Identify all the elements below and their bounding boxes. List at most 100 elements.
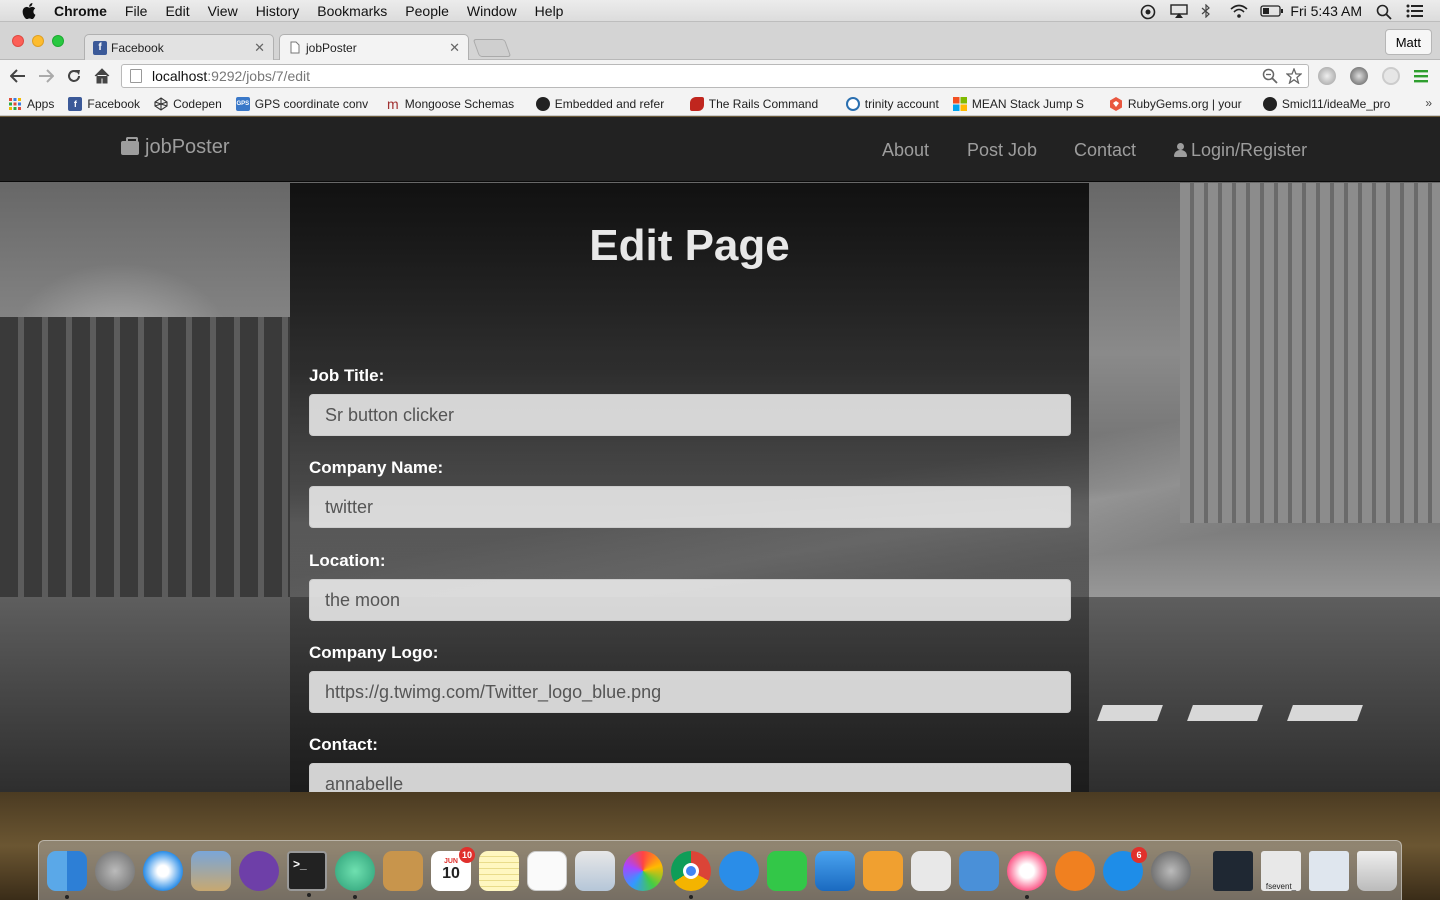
bookmark-facebook[interactable]: f Facebook <box>68 96 140 111</box>
window-minimize-button[interactable] <box>32 35 44 47</box>
menu-app-name[interactable]: Chrome <box>54 3 107 19</box>
terminal-window-thumbnail[interactable]: fsevent_ <box>1261 850 1301 891</box>
reload-icon[interactable] <box>64 66 84 86</box>
page-info-icon[interactable] <box>130 69 142 83</box>
github-icon <box>1262 96 1277 111</box>
calendar-icon[interactable]: JUN 10 10 <box>431 846 475 891</box>
tab-jobposter[interactable]: jobPoster ✕ <box>279 34 469 60</box>
menu-view[interactable]: View <box>208 3 238 19</box>
app-store-icon[interactable]: 6 <box>1103 846 1147 891</box>
activity-monitor-icon[interactable] <box>1213 850 1253 891</box>
status-circle-icon[interactable] <box>1140 4 1156 20</box>
mac-menu-bar: Chrome File Edit View History Bookmarks … <box>0 0 1440 22</box>
itunes-icon[interactable] <box>1007 850 1047 899</box>
menu-history[interactable]: History <box>256 3 300 19</box>
menu-window[interactable]: Window <box>467 3 517 19</box>
reminders-icon[interactable] <box>527 850 567 891</box>
new-tab-button[interactable] <box>472 39 512 57</box>
bookmark-embedded[interactable]: Embedded and refer <box>535 96 676 111</box>
bluetooth-icon[interactable] <box>1200 3 1216 19</box>
notification-center-icon[interactable] <box>1406 4 1423 18</box>
bookmark-trinity[interactable]: trinity account <box>845 96 939 111</box>
atom-icon[interactable] <box>335 850 375 899</box>
pages-icon[interactable] <box>863 850 903 891</box>
bookmark-label: RubyGems.org | your <box>1127 96 1242 111</box>
contact-label: Contact: <box>309 735 378 754</box>
nav-about[interactable]: About <box>882 140 929 161</box>
launchpad-icon[interactable] <box>95 850 135 891</box>
mail-eagle-icon[interactable] <box>191 850 231 891</box>
location-input[interactable]: the moon <box>309 579 1071 621</box>
trash-icon[interactable] <box>1357 850 1397 891</box>
profile-button[interactable]: Matt <box>1384 29 1432 55</box>
bookmark-codepen[interactable]: Codepen <box>154 97 222 111</box>
calendar-month: JUN <box>443 858 458 865</box>
menu-file[interactable]: File <box>125 3 148 19</box>
zoom-icon[interactable] <box>1262 68 1278 88</box>
menu-people[interactable]: People <box>405 3 449 19</box>
bookmark-ideame[interactable]: Smicl11/ideaMe_pro <box>1262 96 1403 111</box>
safari-icon[interactable] <box>143 850 183 891</box>
contact-input[interactable]: annabelle <box>309 763 1071 792</box>
bookmark-gps[interactable]: GPS GPS coordinate conv <box>235 96 372 111</box>
company-logo-label: Company Logo: <box>309 643 439 662</box>
xcode-icon[interactable] <box>815 850 855 891</box>
chrome-icon[interactable] <box>671 850 711 899</box>
window-close-button[interactable] <box>12 35 24 47</box>
nav-login-register[interactable]: Login/Register <box>1174 140 1307 161</box>
bookmark-rubygems[interactable]: RubyGems.org | your <box>1109 96 1249 111</box>
bookmark-mongoose[interactable]: m Mongoose Schemas <box>386 97 522 111</box>
job-title-input[interactable]: Sr button clicker <box>309 394 1071 436</box>
tab-close-icon[interactable]: ✕ <box>254 40 265 56</box>
company-name-input[interactable]: twitter <box>309 486 1071 528</box>
tab-facebook[interactable]: f Facebook ✕ <box>84 34 274 60</box>
extension-dark-globe-icon[interactable] <box>1350 67 1368 85</box>
trinity-icon <box>845 96 860 111</box>
notes-icon[interactable] <box>479 850 519 891</box>
system-preferences-icon[interactable] <box>1151 850 1191 891</box>
rails-icon <box>689 96 704 111</box>
bookmark-rails[interactable]: The Rails Command <box>689 96 832 111</box>
wifi-icon[interactable] <box>1230 4 1248 18</box>
apple-menu-icon[interactable] <box>20 2 38 19</box>
menubar-clock[interactable]: Fri 5:43 AM <box>1290 3 1362 19</box>
github-desktop-icon[interactable] <box>239 850 279 891</box>
bookmark-star-icon[interactable] <box>1285 67 1303 88</box>
battery-icon[interactable] <box>1260 4 1284 18</box>
address-bar[interactable]: localhost:9292/jobs/7/edit <box>121 64 1309 88</box>
preview-icon[interactable] <box>575 850 615 891</box>
site-brand[interactable]: jobPoster <box>121 136 230 159</box>
nav-post-job[interactable]: Post Job <box>967 140 1037 161</box>
downloads-stack-icon[interactable] <box>1309 850 1349 891</box>
user-icon <box>1174 143 1187 157</box>
tab-close-icon[interactable]: ✕ <box>449 40 460 56</box>
nav-contact[interactable]: Contact <box>1074 140 1136 161</box>
menu-edit[interactable]: Edit <box>165 3 189 19</box>
airplay-icon[interactable] <box>1170 4 1189 18</box>
spotlight-search-icon[interactable] <box>1376 4 1392 20</box>
bookmark-apps[interactable]: Apps <box>8 97 54 111</box>
home-icon[interactable] <box>92 66 112 86</box>
chrome-menu-icon[interactable] <box>1414 68 1428 89</box>
terminal-icon[interactable]: >_ <box>287 850 327 897</box>
finder-icon[interactable] <box>47 850 87 899</box>
ibooks-icon[interactable] <box>1055 850 1095 891</box>
bookmarks-overflow-icon[interactable]: » <box>1425 96 1432 110</box>
facetime-icon[interactable] <box>767 850 807 891</box>
menu-bookmarks[interactable]: Bookmarks <box>317 3 387 19</box>
numbers-icon[interactable] <box>911 850 951 891</box>
back-arrow-icon[interactable] <box>8 66 28 86</box>
contacts-icon[interactable] <box>383 850 423 891</box>
photos-icon[interactable] <box>623 850 663 891</box>
messages-icon[interactable] <box>719 850 759 891</box>
menu-help[interactable]: Help <box>535 3 564 19</box>
bookmark-mean-stack[interactable]: MEAN Stack Jump S <box>952 96 1095 111</box>
company-logo-input[interactable]: https://g.twimg.com/Twitter_logo_blue.pn… <box>309 671 1071 713</box>
apps-grid-icon <box>8 97 22 111</box>
github-icon <box>535 96 550 111</box>
window-zoom-button[interactable] <box>52 35 64 47</box>
extension-refresh-icon[interactable] <box>1382 67 1400 85</box>
keynote-icon[interactable] <box>959 850 999 891</box>
extension-globe-icon[interactable] <box>1318 67 1336 85</box>
forward-arrow-icon[interactable] <box>36 66 56 86</box>
